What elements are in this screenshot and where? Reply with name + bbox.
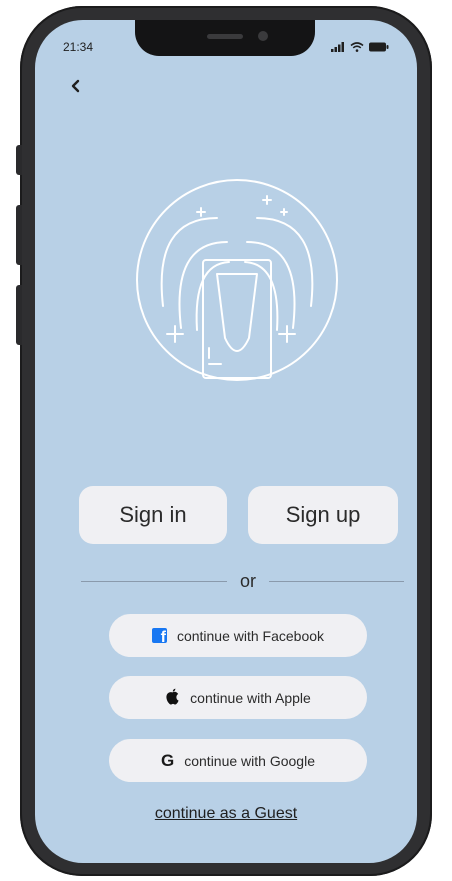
divider-text: or [239, 571, 256, 591]
signal-icon [331, 39, 345, 57]
battery-icon [369, 39, 389, 57]
chevron-left-icon [70, 79, 82, 98]
google-icon: G [161, 750, 175, 770]
sign-in-button[interactable]: Sign in [79, 486, 227, 544]
apple-button-label: continue with Apple [190, 689, 311, 706]
back-button[interactable] [65, 77, 87, 99]
front-camera [258, 31, 268, 41]
phone-side-button [16, 285, 22, 345]
divider-line [81, 581, 227, 582]
divider-line [269, 581, 404, 582]
continue-with-google-button[interactable]: G continue with Google [109, 739, 367, 782]
speaker-grille [207, 34, 243, 39]
continue-with-facebook-button[interactable]: f continue with Facebook [109, 614, 367, 657]
phone-side-button [16, 205, 22, 265]
wifi-icon [350, 39, 364, 57]
apple-icon [165, 688, 180, 708]
facebook-button-label: continue with Facebook [176, 627, 325, 644]
google-button-label: continue with Google [184, 752, 315, 769]
sign-up-button[interactable]: Sign up [248, 486, 398, 544]
phone-notch [135, 20, 315, 56]
status-time: 21:34 [63, 40, 94, 54]
continue-with-apple-button[interactable]: continue with Apple [109, 676, 367, 719]
continue-as-guest-link[interactable]: continue as a Guest [35, 805, 417, 823]
app-screen: 21:34 Sign in Sign up or f continue with… [35, 20, 417, 863]
phone-side-button [16, 145, 22, 175]
status-icons [331, 39, 389, 57]
fountain-logo-icon [135, 178, 339, 382]
facebook-icon: f [151, 628, 167, 643]
